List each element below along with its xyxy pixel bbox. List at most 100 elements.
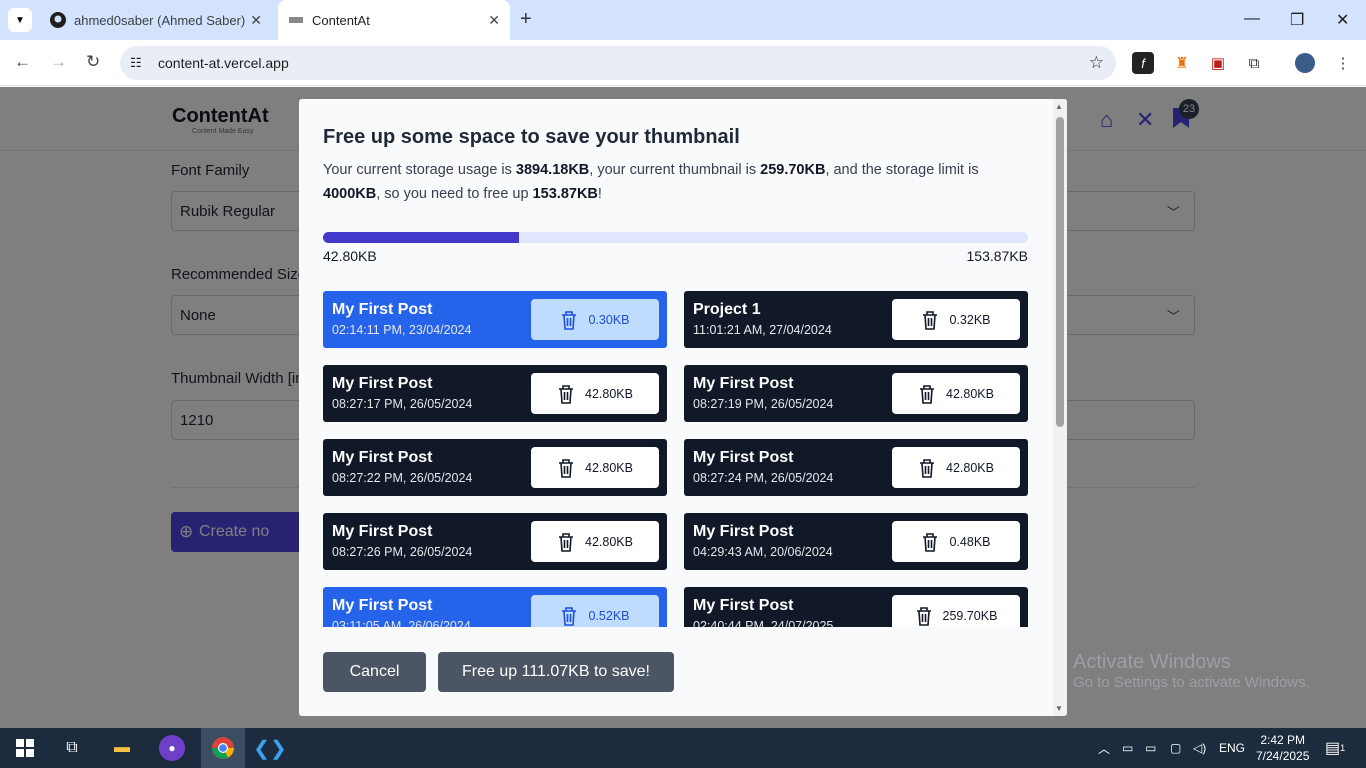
profile-avatar[interactable] [1295,53,1315,73]
windows-start-icon[interactable] [12,735,38,761]
new-tab-button[interactable]: + [520,8,532,31]
battery-icon[interactable]: ▭ [1145,728,1156,768]
notification-center-icon[interactable]: ▤ 1 [1325,728,1345,768]
tab-search-button[interactable]: ▼ [8,8,32,32]
thumbnail-card[interactable]: My First Post 08:27:22 PM, 26/05/2024 42.8… [323,439,667,496]
cancel-button[interactable]: Cancel [323,652,426,692]
file-explorer-icon[interactable]: ▬ [109,735,135,761]
thumbnail-size: 259.70KB [760,162,826,178]
card-title: My First Post [332,449,433,466]
volume-icon[interactable]: ◁) [1193,728,1206,768]
site-info-icon[interactable]: ☷ [130,55,142,71]
delete-button[interactable]: 42.80KB [531,521,659,562]
delete-button[interactable]: 42.80KB [531,447,659,488]
thumbnail-card[interactable]: My First Post 04:29:43 AM, 20/06/2024 0.48… [684,513,1028,570]
windows-taskbar: ⧉ ▬ ● ❮❯ ︿ ▭ ▭ ▢ ◁) ENG 2:42 PM 7/24/202… [0,728,1366,768]
card-title: Project 1 [693,301,761,318]
tab-github[interactable]: ahmed0saber (Ahmed Saber) ✕ [40,0,272,40]
trash-icon [916,606,931,626]
delete-button[interactable]: 259.70KB [892,595,1020,627]
github-desktop-icon[interactable]: ● [159,735,185,761]
scroll-up-icon[interactable]: ▲ [1055,102,1063,111]
url-input[interactable]: ☷ content-at.vercel.app ☆ [120,46,1116,80]
desc-text: Your current storage usage is [323,162,516,178]
clock[interactable]: 2:42 PM 7/24/2025 [1256,728,1309,768]
delete-button[interactable]: 42.80KB [892,373,1020,414]
scrollbar-thumb[interactable] [1056,117,1064,427]
scroll-down-icon[interactable]: ▼ [1055,704,1063,713]
back-icon[interactable]: ← [14,52,31,72]
thumbnail-card[interactable]: My First Post 08:27:19 PM, 26/05/2024 42.8… [684,365,1028,422]
watermark-line2: Go to Settings to activate Windows. [1073,674,1310,691]
language-indicator[interactable]: ENG [1219,728,1245,768]
progress-fill [323,232,519,243]
thumbnail-card[interactable]: My First Post 08:27:17 PM, 26/05/2024 42.8… [323,365,667,422]
extension-f-icon[interactable]: f [1132,52,1154,74]
close-icon[interactable]: ✕ [488,12,500,29]
network-icon[interactable]: ▢ [1170,728,1181,768]
card-size: 0.48KB [949,534,991,549]
card-date: 02:40:44 PM, 24/07/2025 [693,619,834,627]
trash-icon [562,310,577,330]
forward-icon[interactable]: → [50,52,67,72]
watermark-line1: Activate Windows [1073,651,1231,673]
free-up-save-button[interactable]: Free up 111.07KB to save! [438,652,674,692]
desc-text: , so you need to free up [376,186,533,202]
thumbnail-card-grid: My First Post 02:14:11 PM, 23/04/2024 0.30… [323,291,1028,627]
thumbnail-card[interactable]: My First Post 02:14:11 PM, 23/04/2024 0.30… [323,291,667,348]
modal-title: Free up some space to save your thumbnai… [323,126,740,148]
trash-icon [920,384,935,404]
thumbnail-card[interactable]: My First Post 02:40:44 PM, 24/07/2025 259.… [684,587,1028,627]
card-date: 11:01:21 AM, 27/04/2024 [693,323,832,337]
need-to-free: 153.87KB [532,186,598,202]
tray-chevron-icon[interactable]: ︿ [1098,728,1110,768]
card-size: 0.52KB [588,608,630,623]
delete-button[interactable]: 0.48KB [892,521,1020,562]
delete-button[interactable]: 0.30KB [531,299,659,340]
thumbnail-card[interactable]: My First Post 08:27:24 PM, 26/05/2024 42.8… [684,439,1028,496]
card-size: 259.70KB [942,608,998,623]
tray-meet-icon[interactable]: ▭ [1122,728,1133,768]
free-space-progress [323,232,1028,243]
thumbnail-card[interactable]: My First Post 08:27:26 PM, 26/05/2024 42.8… [323,513,667,570]
bookmark-star-icon[interactable]: ☆ [1089,53,1104,73]
task-view-icon[interactable]: ⧉ [59,735,85,761]
card-date: 08:27:22 PM, 26/05/2024 [332,471,473,485]
card-date: 08:27:26 PM, 26/05/2024 [332,545,473,559]
trash-icon [562,606,577,626]
contentat-favicon-icon [288,12,304,28]
delete-button[interactable]: 0.32KB [892,299,1020,340]
card-date: 02:14:11 PM, 23/04/2024 [332,323,472,337]
menu-dots-icon[interactable]: ⋮ [1330,50,1356,76]
thumbnail-card[interactable]: Project 1 11:01:21 AM, 27/04/2024 0.32KB [684,291,1028,348]
restore-icon[interactable]: ❐ [1290,10,1304,30]
storage-limit: 4000KB [323,186,377,202]
modal-scrollbar[interactable]: ▲ ▼ [1053,99,1067,716]
progress-target-label: 153.87KB [966,248,1029,264]
progress-current-label: 42.80KB [323,248,377,264]
card-title: My First Post [332,523,433,540]
reload-icon[interactable]: ↻ [86,52,100,72]
extension-chess-icon[interactable]: ♜ [1169,50,1195,76]
tab-contentat[interactable]: ContentAt ✕ [278,0,510,40]
close-window-icon[interactable]: ✕ [1336,10,1349,30]
desc-text: ! [597,186,602,202]
extensions-puzzle-icon[interactable]: ⧉ [1241,50,1267,76]
address-bar-row: ← → ↻ ☷ content-at.vercel.app ☆ f ♜ ▣ ⧉ … [0,40,1366,86]
clock-time: 2:42 PM [1260,733,1306,747]
card-date: 08:27:19 PM, 26/05/2024 [693,397,834,411]
url-text: content-at.vercel.app [158,55,289,71]
trash-icon [559,532,574,552]
card-title: My First Post [693,449,794,466]
minimize-icon[interactable]: — [1244,10,1260,28]
vscode-icon[interactable]: ❮❯ [253,735,287,761]
delete-button[interactable]: 42.80KB [892,447,1020,488]
delete-button[interactable]: 0.52KB [531,595,659,627]
delete-button[interactable]: 42.80KB [531,373,659,414]
thumbnail-card[interactable]: My First Post 03:11:05 AM, 26/06/2024 0.52… [323,587,667,627]
notification-count: 1 [1340,743,1346,753]
close-icon[interactable]: ✕ [250,12,262,29]
tab-strip: ▼ ahmed0saber (Ahmed Saber) ✕ ContentAt … [0,0,1366,40]
chrome-icon[interactable] [201,728,245,768]
extension-media-icon[interactable]: ▣ [1205,50,1231,76]
